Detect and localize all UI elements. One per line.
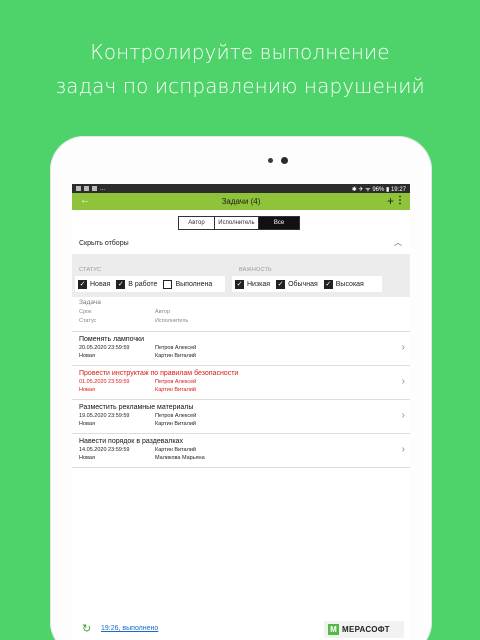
task-list-header: Задача Срок Автор Статус Исполнитель — [72, 297, 410, 329]
importance-filter-title: ВАЖНОСТЬ — [239, 267, 272, 273]
task-status: Новая — [79, 455, 95, 461]
task-due: 14.05.2020 23:59:59 — [79, 447, 130, 453]
camera-dot — [281, 157, 288, 164]
chevron-right-icon: › — [401, 342, 405, 353]
segment-executor[interactable]: Исполнитель — [215, 217, 259, 229]
importance-filter-options: ✓ Низкая ✓ Обычная ✓ Высокая — [232, 276, 382, 292]
column-author: Автор — [155, 309, 171, 315]
task-author: Петров Алексей — [155, 413, 197, 419]
chevron-right-icon: › — [401, 410, 405, 421]
column-executor: Исполнитель — [155, 318, 189, 324]
task-executor: Картин Виталий — [155, 353, 196, 359]
sync-status-link[interactable]: 19:26, выполнено — [101, 625, 158, 632]
task-executor: Картин Виталий — [155, 421, 196, 427]
task-status: Новая — [79, 421, 95, 427]
task-row[interactable]: Разместить рекламные материалы 19.05.202… — [72, 399, 410, 433]
importance-option-high[interactable]: ✓ Высокая — [323, 279, 364, 289]
task-executor: Картин Виталий — [155, 387, 196, 393]
merasoft-logo: М МЕРАСОФТ — [324, 621, 404, 638]
task-row[interactable]: Поменять лампочки 20.05.2020 23:59:59 Пе… — [72, 331, 410, 365]
status-right: ✱ ✈ ᯤ 96% ▮ 19:27 — [351, 186, 406, 193]
column-status: Статус — [79, 318, 97, 324]
task-status: Новая — [79, 387, 95, 393]
column-task: Задача — [79, 299, 101, 306]
task-due: 20.05.2020 23:59:59 — [79, 345, 130, 351]
app-screen: ... ✱ ✈ ᯤ 96% ▮ 19:27 ← Задачи (4) + ⋮ А… — [72, 184, 410, 640]
list-divider — [72, 467, 410, 468]
segment-author[interactable]: Автор — [179, 217, 215, 229]
checkbox-checked-icon[interactable]: ✓ — [235, 279, 244, 289]
task-executor: Маликова Марьяна — [155, 455, 205, 461]
headline-line-1: Контролируйте выполнение — [90, 40, 390, 64]
status-filter-title: СТАТУС — [79, 267, 102, 273]
status-option-done[interactable]: Выполнена — [163, 279, 212, 289]
task-name: Поменять лампочки — [79, 336, 145, 343]
more-menu-icon[interactable]: ⋮ — [395, 195, 405, 206]
notification-icon — [76, 186, 81, 191]
filter-segmented-control: Автор Исполнитель Все — [178, 216, 300, 230]
status-option-new[interactable]: ✓ Новая — [78, 279, 110, 289]
notification-icon — [84, 186, 89, 191]
task-due: 01.05.2020 23:59:59 — [79, 379, 130, 385]
app-bar: ← Задачи (4) + ⋮ — [72, 193, 410, 210]
status-filter-options: ✓ Новая ✓ В работе Выполнена — [75, 276, 225, 292]
checkbox-unchecked-icon[interactable] — [163, 279, 173, 289]
importance-option-normal[interactable]: ✓ Обычная — [276, 279, 318, 289]
task-name: Провести инструктаж по правилам безопасн… — [79, 370, 239, 377]
importance-option-low[interactable]: ✓ Низкая — [235, 279, 270, 289]
task-author: Петров Алексей — [155, 345, 197, 351]
chevron-up-icon[interactable]: ︿ — [394, 237, 402, 248]
sensor-dot — [268, 158, 273, 163]
chevron-right-icon: › — [401, 444, 405, 455]
segment-all[interactable]: Все — [259, 217, 299, 229]
checkbox-checked-icon[interactable]: ✓ — [276, 279, 286, 289]
task-name: Разместить рекламные материалы — [79, 404, 194, 411]
task-row[interactable]: Навести порядок в раздевалках 14.05.2020… — [72, 433, 410, 467]
filters-toggle-row[interactable]: Скрыть отборы ︿ — [72, 236, 410, 252]
task-due: 19.05.2020 23:59:59 — [79, 413, 130, 419]
headline-line-2: задач по исправлению нарушений — [55, 74, 425, 98]
checkbox-checked-icon[interactable]: ✓ — [323, 279, 333, 289]
status-bar: ... ✱ ✈ ᯤ 96% ▮ 19:27 — [72, 184, 410, 193]
column-due: Срок — [79, 309, 92, 315]
status-dots: ... — [100, 185, 106, 192]
add-icon[interactable]: + — [387, 194, 394, 208]
status-option-in-progress[interactable]: ✓ В работе — [116, 279, 157, 289]
task-status: Новая — [79, 353, 95, 359]
filter-panel: СТАТУС ВАЖНОСТЬ ✓ Новая ✓ В работе Выпол… — [72, 254, 410, 297]
checkbox-checked-icon[interactable]: ✓ — [116, 279, 126, 289]
filters-toggle-label: Скрыть отборы — [79, 240, 129, 247]
notification-icon — [92, 186, 97, 191]
logo-mark: М — [328, 624, 339, 635]
task-row[interactable]: Провести инструктаж по правилам безопасн… — [72, 365, 410, 399]
task-author: Петров Алексей — [155, 379, 197, 385]
page-title: Задачи (4) — [221, 197, 261, 206]
task-name: Навести порядок в раздевалках — [79, 438, 183, 445]
refresh-icon[interactable]: ↻ — [82, 622, 91, 635]
footer-bar: ↻ 19:26, выполнено М МЕРАСОФТ — [72, 618, 410, 640]
logo-text: МЕРАСОФТ — [342, 625, 390, 634]
checkbox-checked-icon[interactable]: ✓ — [78, 279, 87, 289]
task-author: Картин Виталий — [155, 447, 196, 453]
chevron-right-icon: › — [401, 376, 405, 387]
